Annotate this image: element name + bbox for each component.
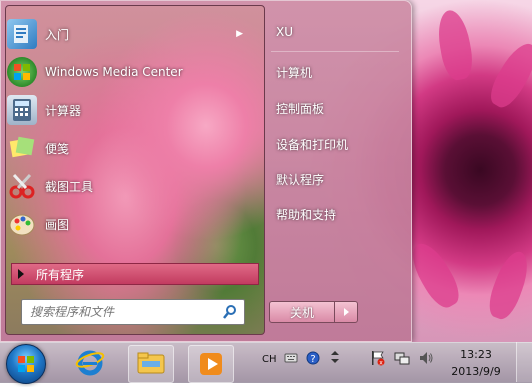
separator [271,51,399,52]
program-label: Windows Media Center [45,65,183,79]
search-box[interactable] [21,299,245,325]
program-label: 画图 [45,217,70,232]
clock-time: 13:23 [460,348,492,361]
all-programs-button[interactable]: 所有程序 [11,263,259,285]
program-label: 计算器 [45,103,82,118]
default-programs-link[interactable]: 默认程序 [276,171,324,188]
submenu-arrow-icon[interactable]: ▶ [236,29,243,39]
windows-explorer-icon [137,352,165,374]
program-paint[interactable]: 画图 [7,207,257,241]
taskbar-media-player[interactable] [188,345,234,383]
getting-started-icon [7,19,37,49]
snipping-tool-icon [7,171,37,201]
shutdown-button[interactable]: 关机 [269,301,335,323]
start-menu: 入门 ▶ Windows Media Center 计算器 便笺 截图工具 画图 [0,0,412,342]
shutdown-label: 关机 [289,305,314,320]
program-sticky-notes[interactable]: 便笺 [7,131,257,165]
internet-explorer-icon [75,350,105,376]
program-label: 便笺 [45,141,70,156]
sticky-notes-icon [7,133,37,163]
expand-arrow-icon [18,269,24,279]
media-player-icon [200,353,222,375]
program-label: 截图工具 [45,179,94,194]
network-icon[interactable] [394,350,410,366]
windows-logo-icon [18,356,34,372]
control-panel-link[interactable]: 控制面板 [276,100,324,117]
program-getting-started[interactable]: 入门 ▶ [7,17,257,51]
help-and-support-link[interactable]: 帮助和支持 [276,206,336,223]
paint-icon [7,209,37,239]
svg-text:?: ? [310,354,315,365]
language-indicator[interactable]: CH [262,354,277,365]
program-snipping-tool[interactable]: 截图工具 [7,169,257,203]
user-name-link[interactable]: XU [276,25,293,39]
program-label: 入门 [45,27,70,42]
action-center-flag-icon[interactable]: x [370,350,386,366]
keyboard-icon[interactable] [284,352,298,364]
volume-icon[interactable] [418,350,434,366]
devices-and-printers-link[interactable]: 设备和打印机 [276,136,348,153]
clock-date: 2013/9/9 [451,365,501,378]
shutdown-options-button[interactable] [334,301,358,323]
program-calculator[interactable]: 计算器 [7,93,257,127]
search-icon[interactable] [222,304,238,320]
taskbar-internet-explorer[interactable] [68,345,112,381]
taskbar-windows-explorer[interactable] [128,345,174,383]
computer-link[interactable]: 计算机 [276,64,312,81]
chevron-right-icon [343,308,349,316]
calculator-icon [7,95,37,125]
program-windows-media-center[interactable]: Windows Media Center [7,55,257,89]
show-hidden-icons-icon[interactable] [330,350,340,364]
start-button[interactable] [6,344,46,384]
help-icon[interactable]: ? [306,351,320,365]
system-clock[interactable]: 13:23 2013/9/9 [444,346,508,380]
svg-text:x: x [379,360,383,367]
search-input[interactable] [22,304,222,320]
show-desktop-button[interactable] [516,342,532,382]
all-programs-label: 所有程序 [36,267,85,282]
windows-media-center-icon [7,57,37,87]
